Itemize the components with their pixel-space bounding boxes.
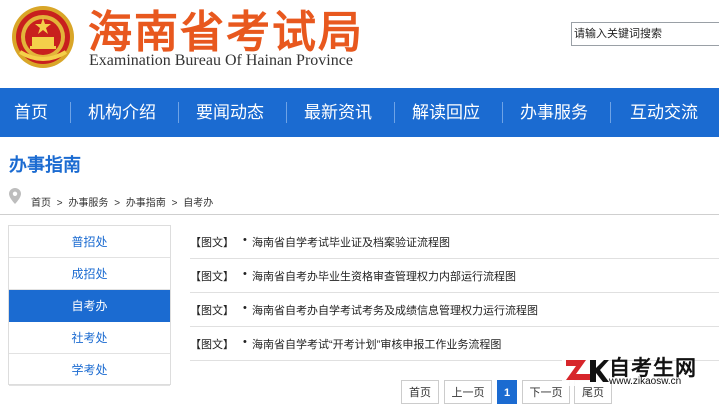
- watermark-url: www.zikaosw.cn: [609, 376, 682, 387]
- list-item-link[interactable]: 海南省自考办毕业生资格审查管理权力内部运行流程图: [252, 268, 516, 284]
- list-item-link[interactable]: 海南省自学考试毕业证及档案验证流程图: [252, 234, 450, 250]
- breadcrumb-separator: >: [114, 198, 121, 209]
- nav-divider: [502, 102, 503, 123]
- breadcrumb-separator: >: [171, 198, 178, 209]
- sidebar: 普招处 成招处 自考办 社考处 学考处: [8, 225, 171, 386]
- nav-divider: [70, 102, 71, 123]
- pagination-first-button[interactable]: 首页: [401, 380, 439, 404]
- breadcrumb-guide[interactable]: 办事指南: [126, 198, 166, 209]
- breadcrumb-separator: >: [56, 198, 63, 209]
- location-pin-icon: [9, 188, 21, 204]
- sidebar-item-general-admissions[interactable]: 普招处: [9, 226, 170, 258]
- nav-interaction[interactable]: 互动交流: [630, 88, 698, 137]
- sidebar-item-self-study[interactable]: 自考办: [9, 290, 170, 322]
- list-item: 【图文】 • 海南省自考办毕业生资格审查管理权力内部运行流程图: [190, 259, 719, 293]
- nav-divider: [394, 102, 395, 123]
- nav-divider: [286, 102, 287, 123]
- main-nav: 首页 机构介绍 要闻动态 最新资讯 解读回应 办事服务 互动交流: [0, 88, 719, 137]
- list-item: 【图文】 • 海南省自学考试毕业证及档案验证流程图: [190, 225, 719, 259]
- search-input[interactable]: [571, 22, 719, 46]
- breadcrumb-home[interactable]: 首页: [31, 198, 51, 209]
- list-item-tag: 【图文】: [190, 271, 234, 283]
- page-title: 办事指南: [9, 155, 81, 175]
- nav-news[interactable]: 要闻动态: [196, 88, 264, 137]
- nav-divider: [178, 102, 179, 123]
- list-item-link[interactable]: 海南省自学考试“开考计划”审核申报工作业务流程图: [252, 336, 501, 352]
- national-emblem-icon: [12, 6, 74, 68]
- pagination-current-page[interactable]: 1: [497, 380, 517, 404]
- bullet: •: [243, 302, 247, 314]
- nav-latest[interactable]: 最新资讯: [304, 88, 372, 137]
- divider: [0, 214, 719, 215]
- nav-services[interactable]: 办事服务: [520, 88, 588, 137]
- site-subtitle: Examination Bureau Of Hainan Province: [89, 52, 353, 69]
- breadcrumb-current[interactable]: 自考办: [183, 198, 213, 209]
- bullet: •: [243, 336, 247, 348]
- sidebar-item-social-exams[interactable]: 社考处: [9, 322, 170, 354]
- site-header: 海南省考试局 Examination Bureau Of Hainan Prov…: [0, 0, 719, 88]
- list-item: 【图文】 • 海南省自考办自学考试考务及成绩信息管理权力运行流程图: [190, 293, 719, 327]
- list-item-tag: 【图文】: [190, 305, 234, 317]
- list-item-link[interactable]: 海南省自考办自学考试考务及成绩信息管理权力运行流程图: [252, 302, 538, 318]
- list-item-tag: 【图文】: [190, 339, 234, 351]
- breadcrumb: 首页 > 办事服务 > 办事指南 > 自考办: [31, 194, 216, 209]
- sidebar-item-adult-admissions[interactable]: 成招处: [9, 258, 170, 290]
- nav-home[interactable]: 首页: [14, 88, 48, 137]
- nav-interpretation[interactable]: 解读回应: [412, 88, 480, 137]
- bullet: •: [243, 268, 247, 280]
- sidebar-item-academic-exams[interactable]: 学考处: [9, 354, 170, 386]
- pagination-prev-button[interactable]: 上一页: [444, 380, 492, 404]
- list-item-tag: 【图文】: [190, 237, 234, 249]
- breadcrumb-services[interactable]: 办事服务: [68, 198, 108, 209]
- site-title: 海南省考试局: [88, 7, 364, 58]
- nav-divider: [610, 102, 611, 123]
- bullet: •: [243, 234, 247, 246]
- nav-about[interactable]: 机构介绍: [88, 88, 156, 137]
